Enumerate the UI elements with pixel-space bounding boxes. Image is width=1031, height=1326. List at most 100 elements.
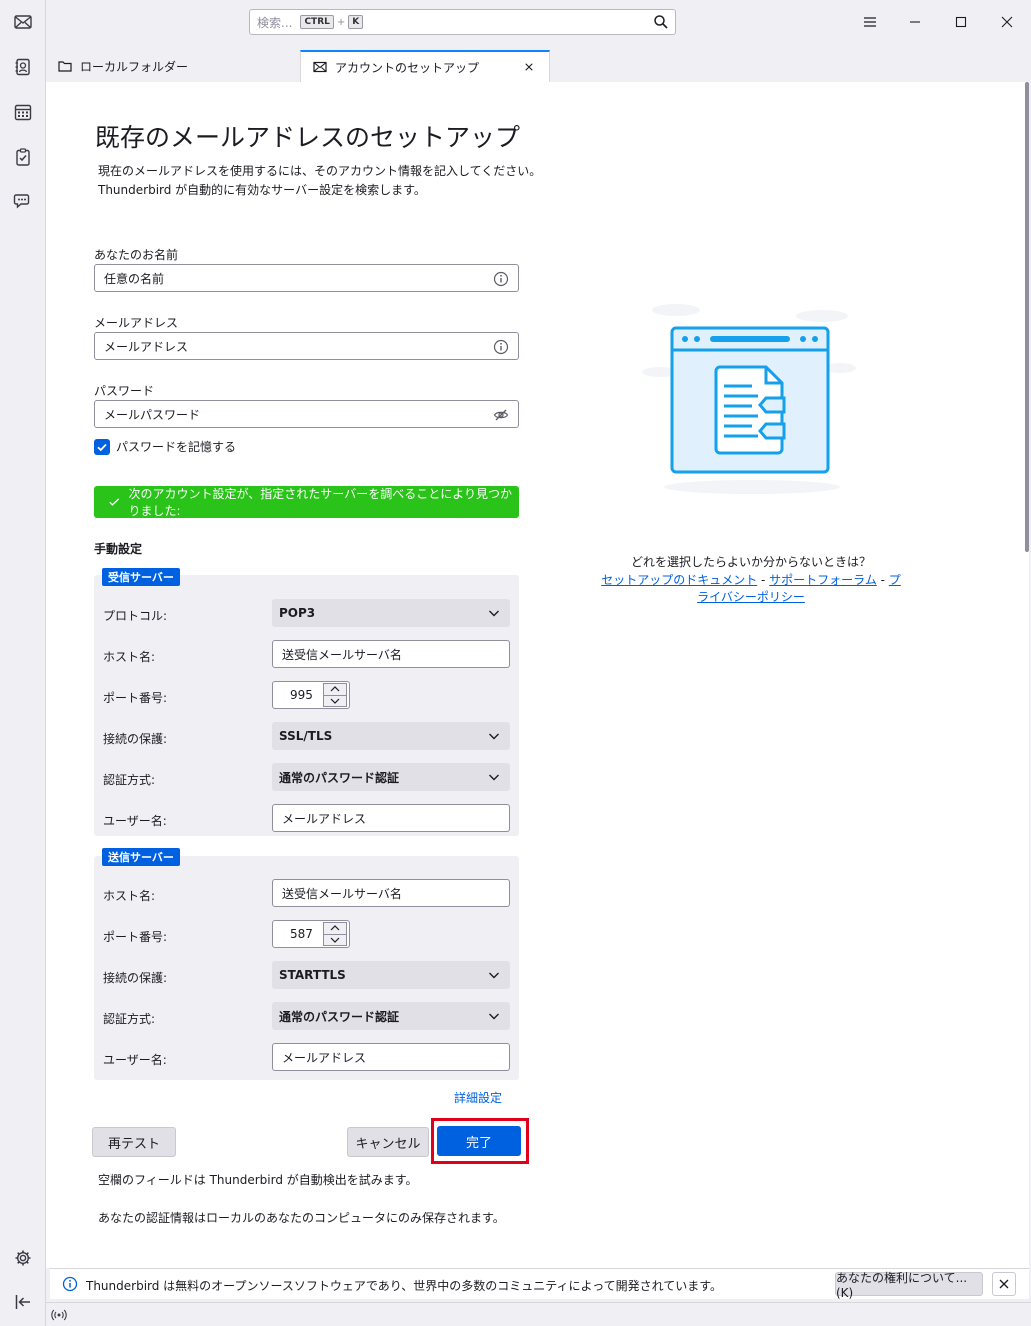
outgoing-auth-value: 通常のパスワード認証 — [279, 1009, 400, 1024]
incoming-user-input[interactable]: メールアドレス — [272, 804, 510, 832]
outgoing-host-value: 送受信メールサーバ名 — [282, 886, 402, 901]
incoming-auth-select[interactable]: 通常のパスワード認証 — [272, 763, 510, 791]
scrollbar[interactable] — [1025, 82, 1029, 552]
outgoing-port-value: 587 — [290, 927, 313, 941]
incoming-host-label: ホスト名: — [103, 650, 156, 664]
tasks-space-button[interactable] — [9, 143, 37, 171]
shortcut-key-ctrl: CTRL — [300, 15, 334, 29]
tab-label: アカウントのセットアップ — [335, 60, 480, 75]
name-value: 任意の名前 — [104, 271, 165, 286]
setup-docs-link[interactable]: セットアップのドキュメント — [601, 573, 757, 587]
shortcut-key-k: K — [348, 15, 364, 29]
name-field[interactable]: 任意の名前 — [94, 264, 519, 292]
done-button[interactable]: 完了 — [437, 1126, 521, 1156]
app-menu-button[interactable] — [858, 10, 882, 34]
maximize-button[interactable] — [949, 10, 973, 34]
account-setup-page: 既存のメールアドレスのセットアップ 現在のメールアドレスを使用するには、そのアカ… — [46, 82, 1029, 1268]
chat-icon — [13, 194, 30, 209]
chevron-down-icon — [489, 1013, 499, 1020]
page-title: 既存のメールアドレスのセットアップ — [95, 123, 521, 152]
maximize-icon — [955, 16, 967, 28]
info-icon — [493, 339, 509, 355]
incoming-port-stepper[interactable]: 995 — [272, 681, 350, 709]
address-book-icon — [15, 58, 30, 76]
folder-icon — [58, 61, 72, 72]
minimize-button[interactable] — [903, 10, 927, 34]
outgoing-user-value: メールアドレス — [282, 1050, 367, 1065]
address-book-space-button[interactable] — [9, 53, 37, 81]
outgoing-security-select[interactable]: STARTTLS — [272, 961, 510, 989]
advanced-config-link[interactable]: 詳細設定 — [454, 1089, 502, 1106]
check-icon — [109, 498, 120, 506]
port-increment-button[interactable] — [323, 922, 347, 935]
outgoing-port-label: ポート番号: — [103, 930, 168, 944]
chat-space-button[interactable] — [9, 187, 37, 215]
notification-bar: Thunderbird は無料のオープンソースソフトウェアであり、世界中の多数の… — [50, 1268, 1029, 1300]
remember-password-row[interactable]: パスワードを記憶する — [94, 438, 236, 455]
status-bar — [46, 1302, 1031, 1326]
settings-space-button[interactable] — [9, 1244, 37, 1272]
search-input[interactable]: 検索... CTRL + K — [249, 9, 676, 35]
password-field[interactable]: メールパスワード — [94, 400, 519, 428]
close-icon — [999, 1279, 1009, 1289]
collapse-spaces-button[interactable] — [9, 1288, 37, 1316]
incoming-port-value: 995 — [290, 688, 313, 702]
notification-close-button[interactable] — [992, 1272, 1016, 1296]
incoming-auth-value: 通常のパスワード認証 — [279, 770, 400, 785]
outgoing-user-input[interactable]: メールアドレス — [272, 1043, 510, 1071]
search-icon[interactable] — [653, 14, 669, 30]
chevron-down-icon — [489, 733, 499, 740]
cancel-button[interactable]: キャンセル — [347, 1127, 429, 1157]
hamburger-icon — [864, 17, 876, 27]
info-icon — [493, 271, 509, 287]
close-icon — [525, 63, 533, 71]
outgoing-host-label: ホスト名: — [103, 889, 156, 903]
port-spin-buttons — [323, 683, 347, 707]
remember-password-checkbox[interactable] — [94, 438, 110, 455]
incoming-host-input[interactable]: 送受信メールサーバ名 — [272, 640, 510, 668]
incoming-security-select[interactable]: SSL/TLS — [272, 722, 510, 750]
shortcut-plus: + — [336, 16, 346, 28]
config-found-notice: 次のアカウント設定が、指定されたサーバーを調べることにより見つかりました: — [94, 486, 519, 518]
incoming-protocol-select[interactable]: POP3 — [272, 599, 510, 627]
tab-close-button[interactable] — [525, 59, 541, 75]
collapse-left-icon — [15, 1295, 30, 1309]
credentials-note: あなたの認証情報はローカルのあなたのコンピュータにのみ保存されます。 — [98, 1211, 505, 1225]
gear-icon — [15, 1250, 31, 1266]
spaces-toolbar — [0, 0, 46, 1326]
online-status-icon[interactable] — [50, 1307, 68, 1323]
outgoing-security-label: 接続の保護: — [103, 971, 168, 985]
close-icon — [1001, 16, 1013, 28]
minimize-icon — [910, 21, 920, 23]
calendar-space-button[interactable] — [9, 98, 37, 126]
autodetect-note: 空欄のフィールドは Thunderbird が自動検出を試みます。 — [98, 1173, 418, 1187]
config-found-text: 次のアカウント設定が、指定されたサーバーを調べることにより見つかりました: — [128, 487, 512, 518]
port-decrement-button[interactable] — [323, 934, 347, 946]
port-decrement-button[interactable] — [323, 695, 347, 707]
remember-password-label: パスワードを記憶する — [116, 440, 237, 454]
outgoing-security-value: STARTTLS — [279, 968, 346, 982]
port-spin-buttons — [323, 922, 347, 946]
outgoing-auth-select[interactable]: 通常のパスワード認証 — [272, 1002, 510, 1030]
port-increment-button[interactable] — [323, 683, 347, 696]
rights-button[interactable]: あなたの権利について...(K) — [835, 1271, 983, 1300]
outgoing-auth-label: 認証方式: — [103, 1012, 156, 1026]
eye-hidden-icon[interactable] — [493, 407, 509, 423]
tab-local-folders[interactable]: ローカルフォルダー — [46, 50, 296, 82]
password-label: パスワード — [94, 384, 155, 398]
email-field[interactable]: メールアドレス — [94, 332, 519, 360]
retest-button[interactable]: 再テスト — [92, 1127, 176, 1157]
title-bar: 検索... CTRL + K — [46, 0, 1031, 44]
calendar-icon — [14, 104, 32, 121]
info-icon — [62, 1276, 78, 1292]
outgoing-host-input[interactable]: 送受信メールサーバ名 — [272, 879, 510, 907]
support-forum-link[interactable]: サポートフォーラム — [769, 573, 877, 587]
mail-space-button[interactable] — [9, 8, 37, 36]
search-placeholder: 検索... — [257, 15, 293, 30]
tab-account-setup[interactable]: アカウントのセットアップ — [300, 50, 550, 82]
outgoing-user-label: ユーザー名: — [103, 1053, 167, 1067]
name-label: あなたのお名前 — [94, 248, 179, 262]
page-description-line2: Thunderbird が自動的に有効なサーバー設定を検索します。 — [98, 183, 426, 197]
close-window-button[interactable] — [995, 10, 1019, 34]
outgoing-port-stepper[interactable]: 587 — [272, 920, 350, 948]
